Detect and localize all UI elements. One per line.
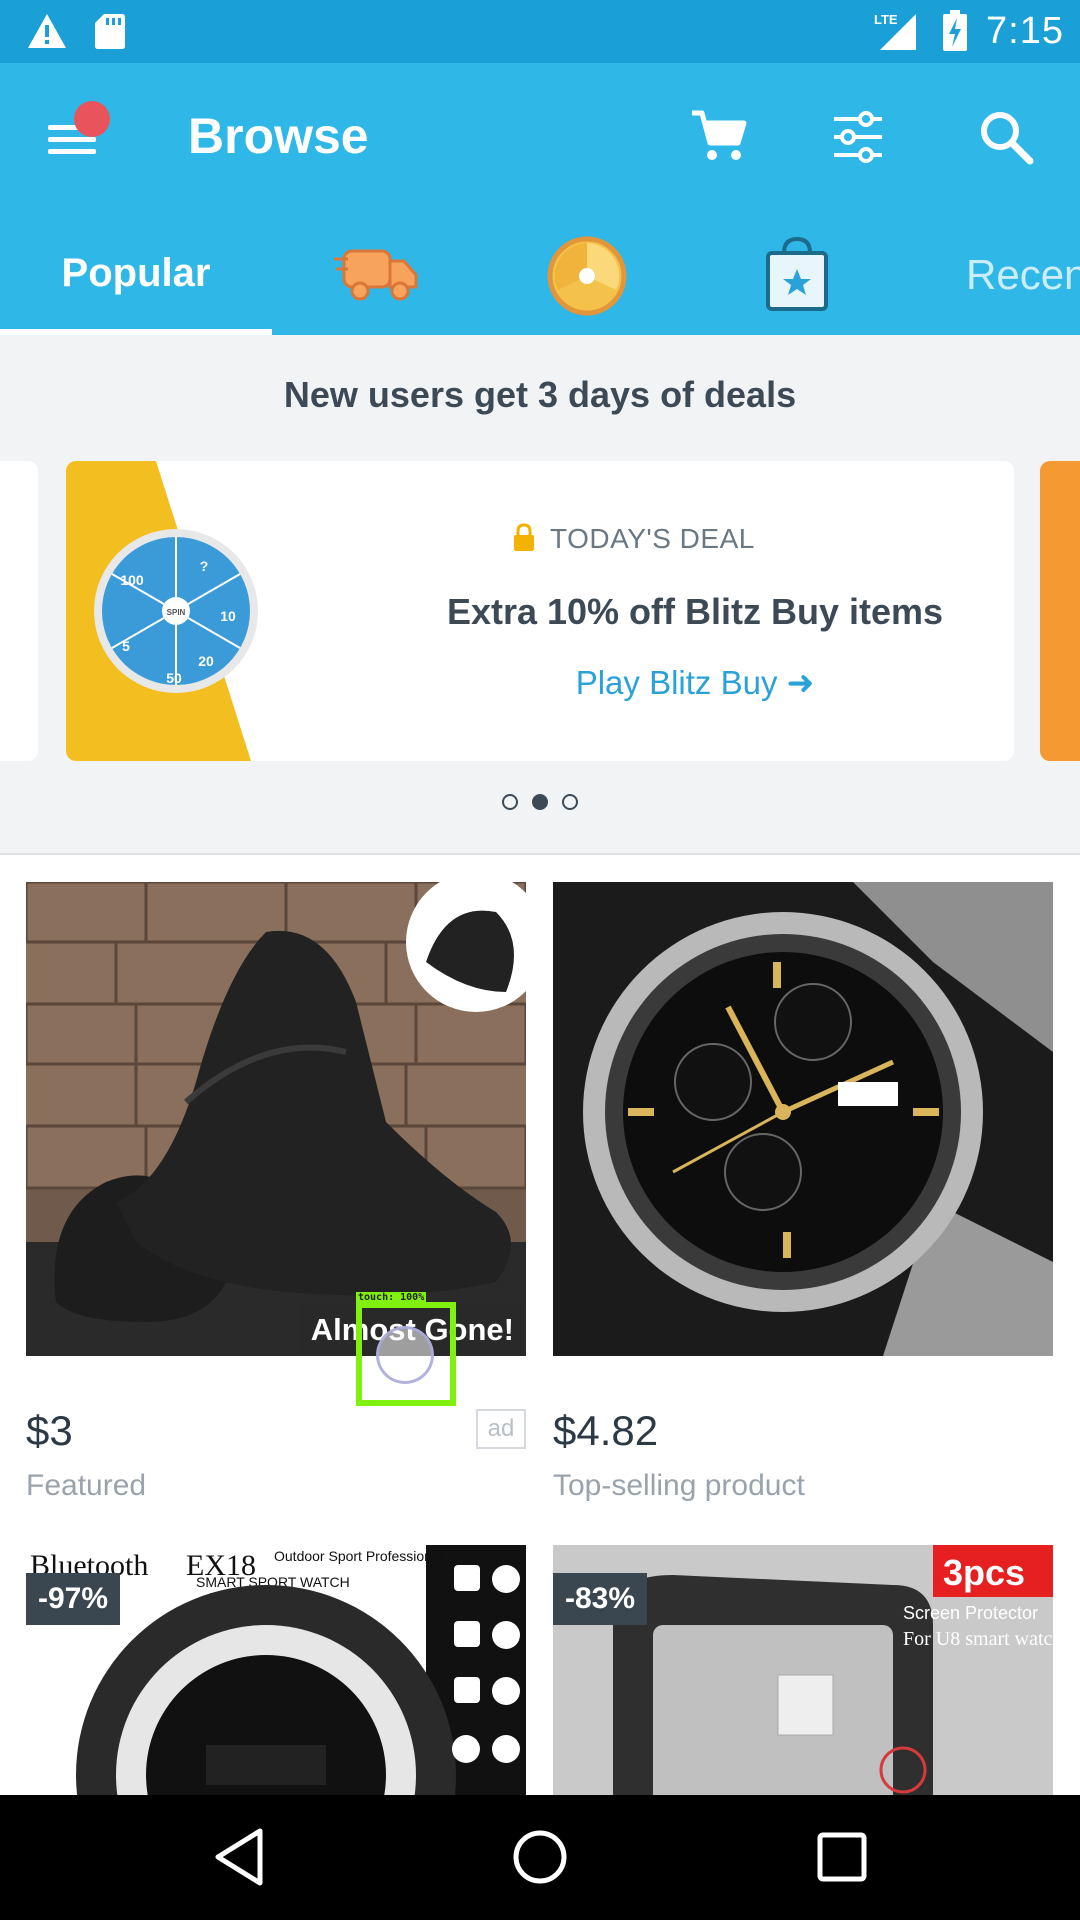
lock-icon	[514, 523, 534, 551]
blitz-wheel-icon[interactable]	[546, 235, 628, 317]
product-card[interactable]: 3pcs Screen Protector For U8 smart watch…	[553, 1545, 1053, 1795]
product-card[interactable]: $4.82 Top-selling product	[553, 882, 1053, 1502]
product-card[interactable]: Bluetooth EX18 Outdoor Sport Professiona…	[26, 1545, 526, 1795]
status-time: 7:15	[986, 10, 1064, 52]
tab-indicator	[0, 329, 272, 335]
home-icon[interactable]	[510, 1825, 570, 1889]
svg-text:Screen Protector: Screen Protector	[903, 1603, 1038, 1623]
carousel-prev-card[interactable]	[0, 461, 38, 761]
cart-icon[interactable]	[688, 105, 752, 169]
status-bar: LTE 7:15	[0, 0, 1080, 63]
page-dot[interactable]	[501, 794, 518, 810]
deal-title: Extra 10% off Blitz Buy items	[446, 591, 944, 632]
svg-text:For U8 smart watch: For U8 smart watch	[903, 1628, 1053, 1650]
deal-card[interactable]: ? 10 20 50 5 100 SPIN TODAY'S DEAL Extra…	[66, 461, 1014, 761]
fast-delivery-icon[interactable]	[334, 239, 420, 309]
category-tabs: Popular Recen	[0, 213, 1080, 335]
tab-recent[interactable]: Recen	[966, 251, 1080, 299]
arrow-right-icon: ➜	[786, 664, 815, 701]
page-title: Browse	[188, 108, 369, 164]
promo-headline: New users get 3 days of deals	[283, 374, 797, 415]
search-icon[interactable]	[974, 105, 1038, 169]
sd-card-icon	[95, 14, 125, 49]
play-blitz-buy-link[interactable]: Play Blitz Buy ➜	[66, 663, 1014, 702]
discount-badge: -83%	[553, 1573, 648, 1625]
product-subtitle: Top-selling product	[553, 1469, 805, 1502]
touch-ripple	[376, 1326, 434, 1384]
deal-label: TODAY'S DEAL	[550, 523, 755, 554]
product-image-watch[interactable]	[553, 882, 1053, 1356]
system-nav-bar	[0, 1795, 1080, 1920]
svg-text:?: ?	[200, 558, 209, 574]
product-image-sport-watch[interactable]: Bluetooth EX18 Outdoor Sport Professiona…	[26, 1545, 526, 1795]
back-icon[interactable]	[210, 1825, 270, 1889]
notification-badge	[74, 101, 110, 137]
tab-popular[interactable]: Popular	[0, 213, 272, 335]
filter-icon[interactable]	[826, 105, 890, 169]
product-image-screen-protector[interactable]: 3pcs Screen Protector For U8 smart watch…	[553, 1545, 1053, 1795]
svg-text:100: 100	[120, 572, 144, 588]
app-bar: Browse	[0, 63, 1080, 213]
product-image-shoe[interactable]: Almost Gone!	[26, 882, 526, 1356]
product-subtitle: Featured	[26, 1469, 147, 1502]
product-price: $4.82	[553, 1407, 659, 1454]
product-card[interactable]: Almost Gone! $3 Featured ad	[26, 882, 526, 1502]
carousel-pagination	[0, 794, 1080, 814]
play-blitz-buy-label: Play Blitz Buy	[575, 664, 778, 701]
carousel-next-card[interactable]	[1040, 461, 1080, 761]
product-grid: Almost Gone! $3 Featured ad $4.82 Top-se…	[0, 855, 1080, 1795]
recents-icon[interactable]	[812, 1825, 872, 1889]
page-dot[interactable]	[562, 794, 579, 810]
warning-icon	[28, 14, 66, 48]
deal-carousel[interactable]: ? 10 20 50 5 100 SPIN TODAY'S DEAL Extra…	[0, 461, 1080, 761]
ad-badge: ad	[476, 1409, 526, 1449]
discount-badge: -97%	[26, 1573, 121, 1625]
svg-text:5: 5	[122, 638, 130, 654]
svg-text:Outdoor Sport Professional: Outdoor Sport Professional	[274, 1548, 443, 1564]
shopping-bag-icon[interactable]	[764, 235, 830, 313]
battery-charging-icon	[943, 10, 967, 51]
signal-lte-icon: LTE	[874, 12, 916, 50]
svg-text:3pcs: 3pcs	[943, 1552, 1025, 1593]
product-price: $3	[26, 1407, 73, 1454]
page-dot-active[interactable]	[532, 794, 548, 810]
svg-text:LTE: LTE	[874, 12, 898, 27]
